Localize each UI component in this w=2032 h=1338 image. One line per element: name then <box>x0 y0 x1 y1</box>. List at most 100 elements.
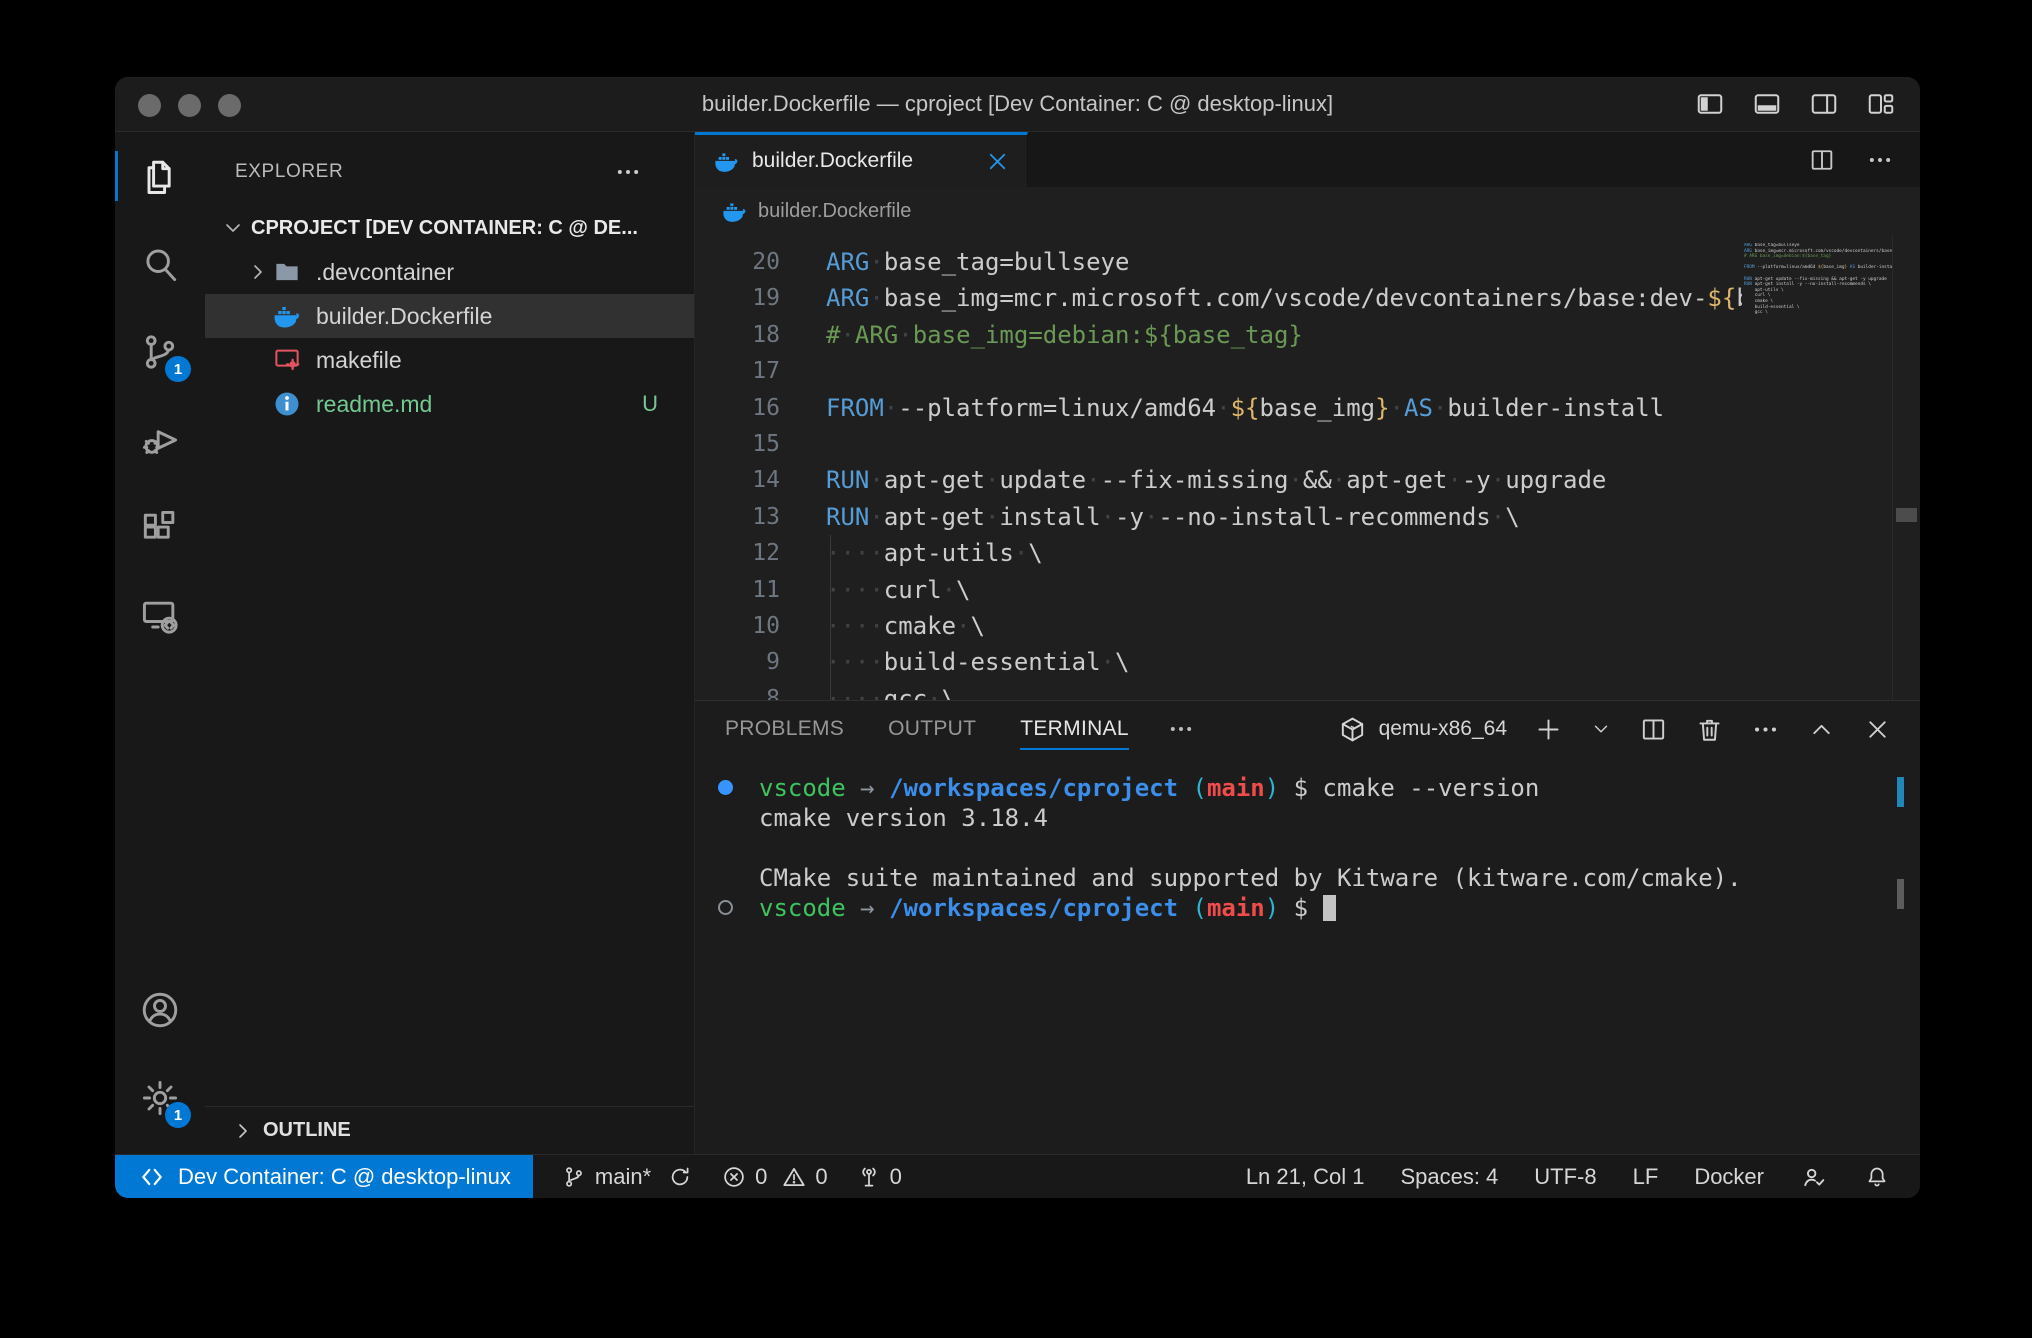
close-tab-icon[interactable] <box>984 148 1011 175</box>
terminal-profile[interactable]: qemu-x86_64 <box>1338 715 1507 744</box>
ports-status[interactable]: 0 <box>856 1164 902 1190</box>
line-number: 16 <box>695 390 780 426</box>
minimap-line: gcc \ <box>1744 310 1892 316</box>
panel-tab-output[interactable]: OUTPUT <box>888 701 976 757</box>
code-line[interactable]: 17 <box>695 353 1742 389</box>
toggle-panel-icon[interactable] <box>1752 89 1782 119</box>
activity-item-explorer[interactable] <box>115 132 205 220</box>
toggle-primary-sidebar-icon[interactable] <box>1695 89 1725 119</box>
command-decoration-icon[interactable] <box>718 900 733 915</box>
status-bar: Dev Container: C @ desktop-linux main* 0… <box>115 1154 1920 1198</box>
explorer-sidebar: EXPLORER CPROJECT [DEV CONTAINER: C @ DE… <box>205 132 695 1154</box>
code-line[interactable]: 8····gcc·\ <box>695 681 1742 700</box>
encoding-status[interactable]: UTF-8 <box>1534 1164 1596 1190</box>
editor-tab-bar: builder.Dockerfile <box>695 132 1920 187</box>
editor-more-actions-icon[interactable] <box>1866 146 1894 174</box>
split-terminal-icon[interactable] <box>1639 715 1668 744</box>
terminal-line <box>695 833 1920 863</box>
code-line[interactable]: 9····build-essential·\ <box>695 644 1742 680</box>
activity-item-source-control[interactable]: 1 <box>115 308 205 396</box>
code-line[interactable]: 13RUN·apt-get·install·-y·--no-install-re… <box>695 499 1742 535</box>
line-number: 8 <box>695 681 780 700</box>
activity-item-remote-explorer[interactable] <box>115 572 205 660</box>
line-number: 12 <box>695 535 780 571</box>
indent-guide <box>830 535 831 700</box>
indentation-status[interactable]: Spaces: 4 <box>1400 1164 1498 1190</box>
activity-item-accounts[interactable] <box>115 966 205 1054</box>
code-line[interactable]: 19ARG·base_img=mcr.microsoft.com/vscode/… <box>695 280 1742 316</box>
feedback-icon[interactable] <box>1800 1163 1828 1191</box>
panel-tab-problems[interactable]: PROBLEMS <box>725 701 844 757</box>
close-panel-icon[interactable] <box>1863 715 1892 744</box>
breadcrumb[interactable]: builder.Dockerfile <box>695 187 1920 235</box>
code-line[interactable]: 14RUN·apt-get·update·--fix-missing·&&·ap… <box>695 462 1742 498</box>
line-number: 11 <box>695 572 780 608</box>
explorer-icon <box>138 154 182 198</box>
editor-scrollbar[interactable] <box>1892 235 1920 700</box>
code-line[interactable]: 15 <box>695 426 1742 462</box>
toggle-secondary-sidebar-icon[interactable] <box>1809 89 1839 119</box>
activity-item-search[interactable] <box>115 220 205 308</box>
code-editor[interactable]: 20ARG·base_tag=bullseye19ARG·base_img=mc… <box>695 235 1920 700</box>
tree-item-builder.Dockerfile[interactable]: builder.Dockerfile <box>205 294 694 338</box>
remote-indicator[interactable]: Dev Container: C @ desktop-linux <box>115 1155 533 1198</box>
line-number: 17 <box>695 353 780 389</box>
panel-more-actions-icon[interactable] <box>1751 715 1780 744</box>
code-line[interactable]: 10····cmake·\ <box>695 608 1742 644</box>
bottom-panel: PROBLEMS OUTPUT TERMINAL qemu-x86_64 <box>695 700 1920 1154</box>
code-line[interactable]: 16FROM·--platform=linux/amd64·${base_img… <box>695 390 1742 426</box>
folder-icon <box>272 257 302 287</box>
customize-layout-icon[interactable] <box>1866 89 1896 119</box>
close-window-button[interactable] <box>138 94 161 117</box>
panel-more-tabs-icon[interactable] <box>1167 715 1195 743</box>
eol-status[interactable]: LF <box>1633 1164 1659 1190</box>
panel-tab-terminal[interactable]: TERMINAL <box>1020 701 1129 757</box>
git-status-badge: U <box>642 391 658 417</box>
terminal[interactable]: vscode → /workspaces/cproject (main) $ c… <box>695 757 1920 1154</box>
activity-item-settings[interactable]: 1 <box>115 1054 205 1142</box>
terminal-cursor <box>1323 895 1336 921</box>
source-control-badge: 1 <box>165 356 191 382</box>
minimap[interactable]: ARG base_tag=bullseyeARG base_img=mcr.mi… <box>1744 243 1892 316</box>
git-branch-status[interactable]: main* <box>561 1164 693 1190</box>
code-line[interactable]: 20ARG·base_tag=bullseye <box>695 244 1742 280</box>
outline-section-header[interactable]: OUTLINE <box>205 1106 694 1154</box>
workspace-section-header[interactable]: CPROJECT [DEV CONTAINER: C @ DE... <box>205 206 694 250</box>
split-editor-icon[interactable] <box>1808 146 1836 174</box>
problems-status[interactable]: 0 0 <box>721 1164 828 1190</box>
tree-item-makefile[interactable]: makefile <box>205 338 694 382</box>
activity-item-run-debug[interactable] <box>115 396 205 484</box>
terminal-dropdown-icon[interactable] <box>1590 718 1612 740</box>
activity-bar: 1 1 <box>115 132 205 1154</box>
docker-file-icon <box>721 198 748 225</box>
line-number: 18 <box>695 317 780 353</box>
language-mode-status[interactable]: Docker <box>1694 1164 1764 1190</box>
terminal-line: cmake version 3.18.4 <box>695 803 1920 833</box>
activity-item-extensions[interactable] <box>115 484 205 572</box>
tab-builder-dockerfile[interactable]: builder.Dockerfile <box>695 132 1028 187</box>
notifications-bell-icon[interactable] <box>1864 1164 1890 1190</box>
tree-item-.devcontainer[interactable]: .devcontainer <box>205 250 694 294</box>
kill-terminal-icon[interactable] <box>1695 715 1724 744</box>
sync-icon[interactable] <box>667 1164 693 1190</box>
code-line[interactable]: 11····curl·\ <box>695 572 1742 608</box>
code-line[interactable]: 12····apt-utils·\ <box>695 535 1742 571</box>
remote-explorer-icon <box>138 594 182 638</box>
extensions-icon <box>138 506 182 550</box>
maximize-panel-icon[interactable] <box>1807 715 1836 744</box>
explorer-more-actions-icon[interactable] <box>614 158 642 186</box>
line-number: 19 <box>695 280 780 316</box>
zoom-window-button[interactable] <box>218 94 241 117</box>
scrollbar-thumb[interactable] <box>1896 508 1917 522</box>
cursor-position-status[interactable]: Ln 21, Col 1 <box>1246 1164 1365 1190</box>
tree-item-readme.md[interactable]: readme.mdU <box>205 382 694 426</box>
command-decoration-icon[interactable] <box>718 780 733 795</box>
new-terminal-icon[interactable] <box>1534 715 1563 744</box>
makefile-icon <box>272 345 302 375</box>
branch-icon <box>561 1164 587 1190</box>
code-line[interactable]: 18#·ARG·base_img=debian:${base_tag} <box>695 317 1742 353</box>
line-number: 10 <box>695 608 780 644</box>
chevron-right-icon <box>231 1119 255 1143</box>
minimize-window-button[interactable] <box>178 94 201 117</box>
accounts-icon <box>138 988 182 1032</box>
